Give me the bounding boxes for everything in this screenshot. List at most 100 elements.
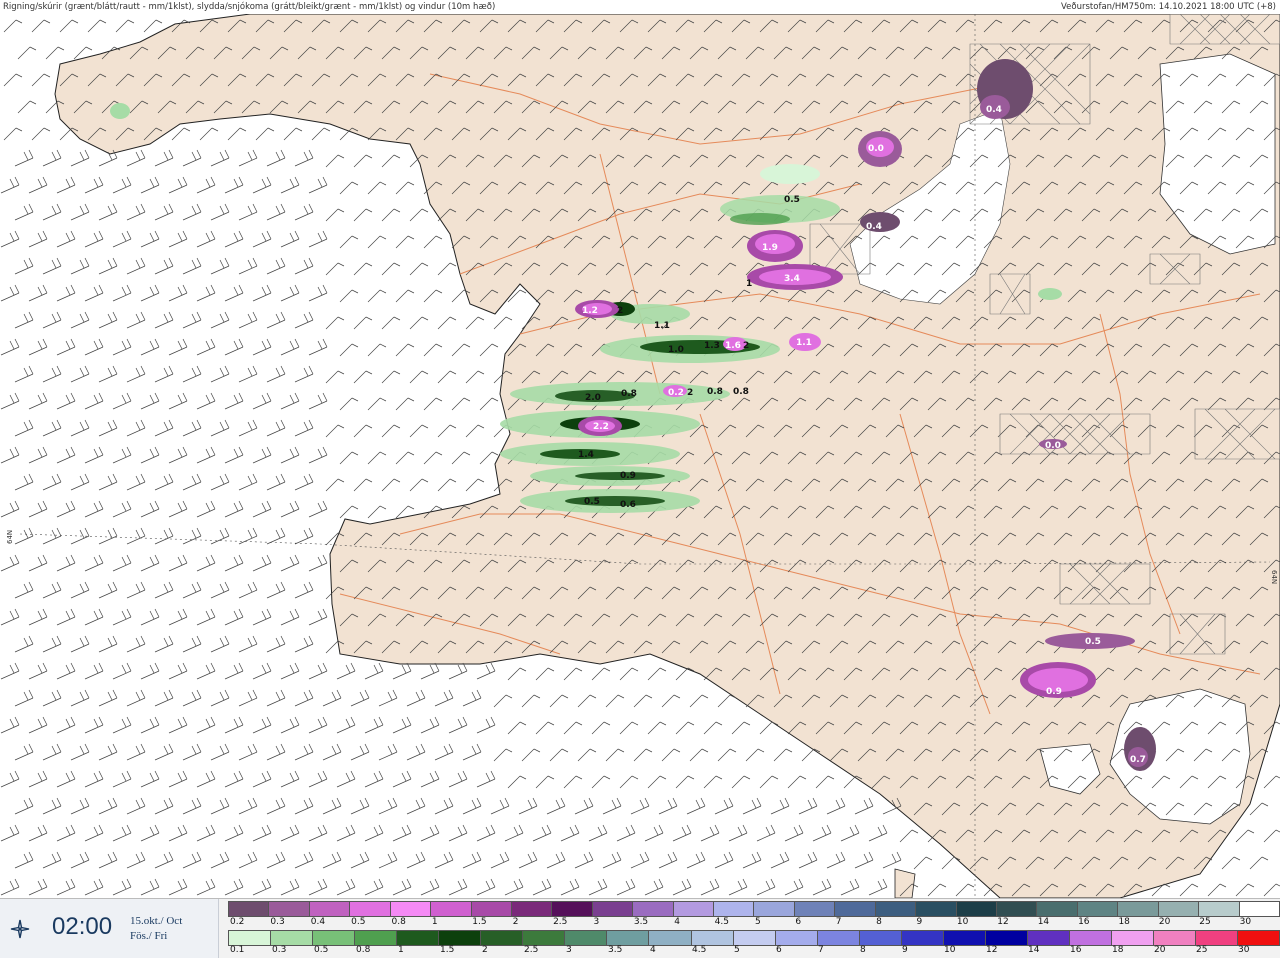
weather-map[interactable]: 64N 64N 0.4 0.0 0.5 0.4 1.9 3.4 1 1.2 2 … <box>0 14 1280 898</box>
rain-scale-swatch <box>775 931 818 945</box>
snow-scale-label: 20 <box>1158 917 1171 927</box>
precip-label: 2 <box>687 388 693 398</box>
rain-scale-swatch <box>691 931 734 945</box>
precip-label: 2.2 <box>593 422 609 432</box>
precip-label: 0.0 <box>868 144 884 154</box>
precip-label: 0.5 <box>584 497 600 507</box>
snow-scale-label: 14 <box>1037 917 1050 927</box>
snow-scale-swatch <box>754 902 795 916</box>
rain-scale-swatch <box>229 931 272 945</box>
rain-scale-label: 12 <box>986 945 998 955</box>
rain-scale-swatch <box>1154 931 1197 945</box>
snow-scale-swatch <box>916 902 957 916</box>
precip-label: 1.1 <box>796 338 812 348</box>
rain-scale-swatch <box>649 931 692 945</box>
precip-label: 0.9 <box>620 471 636 481</box>
time-panel: 02:00 15.okt./ Oct Fös./ Fri <box>0 899 219 958</box>
page: Rigning/skúrir (grænt/blátt/rautt - mm/1… <box>0 0 1280 958</box>
rain-scale-label: 1 <box>398 945 404 955</box>
snow-scale-swatch <box>1077 902 1119 916</box>
precip-label: 1.6 <box>725 341 741 351</box>
snow-scale-label: 7 <box>835 917 842 927</box>
rain-scale-label: 8 <box>860 945 866 955</box>
rain-scale-swatch <box>439 931 482 945</box>
precip-label: 0.5 <box>784 195 800 205</box>
snow-scale-swatch <box>269 902 310 916</box>
snow-scale-swatch <box>875 902 917 916</box>
precip-label: 2.0 <box>585 393 601 403</box>
snow-scale-swatch <box>592 902 634 916</box>
snow-scale-label: 3.5 <box>633 917 649 927</box>
snow-scale-label: 30 <box>1239 917 1252 927</box>
precip-label: 0.0 <box>1045 441 1061 451</box>
snow-scale-label: 6 <box>795 917 802 927</box>
precip-label: 1.9 <box>762 243 778 253</box>
snow-scale-label: 4 <box>674 917 680 927</box>
snow-scale-label: 2.5 <box>553 917 568 927</box>
rain-scale-swatch <box>355 931 398 945</box>
rain-scale-swatch <box>859 931 902 945</box>
precip-label: 0.5 <box>1085 637 1101 647</box>
snow-scale-label: 18 <box>1118 917 1130 927</box>
snow-scale-label: 8 <box>876 917 882 927</box>
precip-label: 1.0 <box>668 345 684 355</box>
snow-scale-label: 4.5 <box>714 917 729 927</box>
snow-scale-swatch <box>835 902 876 916</box>
precip-label: 0.9 <box>1046 687 1062 697</box>
snow-scale-swatch <box>1199 902 1240 916</box>
snow-scale-swatch <box>229 902 270 916</box>
rain-scale-label: 4 <box>650 945 656 955</box>
rain-scale-swatch <box>1069 931 1112 945</box>
rain-scale-swatch <box>523 931 566 945</box>
rain-scale-swatch <box>607 931 650 945</box>
compass-star-icon[interactable] <box>10 919 30 939</box>
snow-scale-swatch <box>673 902 715 916</box>
rain-scale-label: 4.5 <box>692 945 707 955</box>
snow-scale-swatch <box>997 902 1038 916</box>
rain-scale-label: 0.3 <box>272 945 287 955</box>
snow-scale-label: 5 <box>755 917 761 927</box>
rain-scale-swatch <box>313 931 356 945</box>
precip-label: 1.2 <box>582 306 598 316</box>
forecast-time: 02:00 <box>52 913 113 940</box>
rain-scale-swatch <box>481 931 524 945</box>
snow-scale-label: 1.5 <box>472 917 487 927</box>
snow-scale-label: 3 <box>593 917 600 927</box>
snow-scale-swatch <box>431 902 472 916</box>
rain-scale-swatch <box>1111 931 1155 945</box>
bottom-panel: 02:00 15.okt./ Oct Fös./ Fri 0.2 0.3 0.4 0.… <box>0 898 1280 958</box>
snow-scale-label: 0.4 <box>310 917 326 927</box>
precip-label: 1.1 <box>654 321 670 331</box>
rain-scale-label: 3 <box>566 945 572 955</box>
rain-scale-label: 7 <box>818 945 824 955</box>
rain-scale-label: 2 <box>482 945 488 955</box>
snow-color-scale <box>228 901 1280 917</box>
precip-label: 3.4 <box>784 274 800 284</box>
rain-scale-label: 3.5 <box>608 945 623 955</box>
snow-scale-label: 0.3 <box>270 917 285 927</box>
precip-label: 0.8 <box>707 387 723 397</box>
forecast-weekday: Fös./ Fri <box>130 930 168 942</box>
lat-label-right: 64N <box>1270 570 1278 584</box>
rain-color-scale <box>228 930 1280 946</box>
snow-scale-swatch <box>309 902 351 916</box>
lat-label-left: 64N <box>6 530 14 544</box>
snow-scale-swatch <box>1239 902 1279 916</box>
rain-scale-label: 5 <box>734 945 740 955</box>
precip-label: 0.2 <box>668 388 684 398</box>
rain-scale-label: 30 <box>1238 945 1250 955</box>
snow-scale-label: 0.2 <box>230 917 245 927</box>
rain-scale-label: 20 <box>1154 945 1166 955</box>
precip-label: 0.6 <box>620 500 636 510</box>
snow-scale-swatch <box>1158 902 1200 916</box>
snow-scale-labels: 0.2 0.3 0.4 0.5 0.8 1 1.5 2 2.5 3 3.5 4 4.5 5 6 7 8 9 10 12… <box>228 917 1278 929</box>
rain-scale-swatch <box>985 931 1028 945</box>
snow-scale-label: 0.8 <box>391 917 406 927</box>
rain-scale-swatch <box>397 931 440 945</box>
forecast-date: 15.okt./ Oct <box>130 915 183 927</box>
snow-scale-label: 12 <box>997 917 1009 927</box>
rain-scale-label: 14 <box>1028 945 1040 955</box>
rain-scale-label: 25 <box>1196 945 1208 955</box>
rain-scale-swatch <box>943 931 986 945</box>
precip-label: 0.4 <box>866 222 882 232</box>
